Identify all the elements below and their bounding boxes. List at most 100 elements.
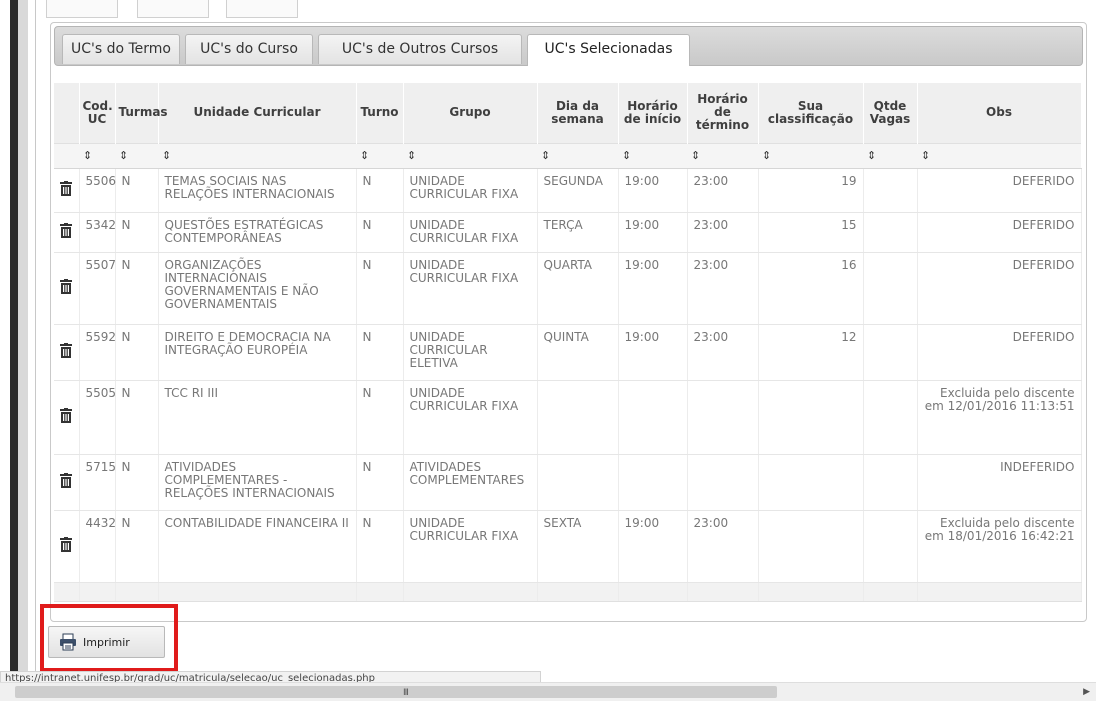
cell-qtde-vagas <box>863 454 918 511</box>
cell-horario-termino: 23:00 <box>687 510 759 583</box>
sort-cell-empty <box>54 142 79 169</box>
delete-cell <box>54 510 80 583</box>
trash-icon[interactable] <box>60 537 73 555</box>
cell-horario-inicio: 19:00 <box>618 252 688 325</box>
cell-classificacao <box>758 380 864 455</box>
cell-horario-termino: 23:00 <box>687 168 759 213</box>
sort-icon[interactable]: ⇕ <box>618 142 687 169</box>
cell-obs: DEFERIDO <box>917 168 1082 213</box>
header-unidade-curricular[interactable]: Unidade Curricular <box>158 83 357 143</box>
cell-obs: Excluida pelo discente em 12/01/2016 11:… <box>917 380 1082 455</box>
horizontal-scrollbar[interactable]: III ▶ <box>0 682 1096 701</box>
table-row: 5507 N ORGANIZAÇÕES INTERNACIONAIS GOVERNA… <box>54 252 1082 325</box>
header-grupo[interactable]: Grupo <box>403 83 538 143</box>
cell-dia-semana: QUINTA <box>537 324 619 381</box>
cell-classificacao: 12 <box>758 324 864 381</box>
uc-table-container: Cod. UC Turmas Unidade Curricular Turno … <box>54 83 1082 602</box>
scrollbar-thumb[interactable]: III <box>15 686 777 698</box>
window-frame-border <box>18 0 28 700</box>
trash-icon[interactable] <box>60 181 73 199</box>
cell-classificacao <box>758 510 864 583</box>
cell-turmas: N <box>115 168 159 213</box>
sort-icon[interactable]: ⇕ <box>917 142 1081 169</box>
sort-icon[interactable]: ⇕ <box>356 142 403 169</box>
cell-horario-termino: 23:00 <box>687 212 759 253</box>
header-cod-uc[interactable]: Cod. UC <box>79 83 116 143</box>
tab-ucs-selecionadas[interactable]: UC's Selecionadas <box>527 34 690 66</box>
scroll-right-arrow-icon[interactable]: ▶ <box>1083 687 1090 697</box>
sort-icon[interactable]: ⇕ <box>758 142 863 169</box>
trash-icon[interactable] <box>60 343 73 361</box>
cell-unidade-curricular: ORGANIZAÇÕES INTERNACIONAIS GOVERNAMENTA… <box>158 252 357 325</box>
header-classificacao[interactable]: Sua classificação <box>758 83 864 143</box>
header-turno[interactable]: Turno <box>356 83 404 143</box>
cell-grupo: UNIDADE CURRICULAR ELETIVA <box>403 324 538 381</box>
tab-ucs-do-curso[interactable]: UC's do Curso <box>185 34 313 64</box>
trash-icon[interactable] <box>60 473 73 491</box>
upper-tab-stub <box>137 0 209 18</box>
cell-qtde-vagas <box>863 252 918 325</box>
table-row: 5592 N DIREITO E DEMOCRACIA NA INTEGRAÇÃO … <box>54 324 1082 381</box>
cell-turno: N <box>356 324 404 381</box>
cell-grupo: UNIDADE CURRICULAR FIXA <box>403 510 538 583</box>
sort-icon[interactable]: ⇕ <box>158 142 356 169</box>
cell-grupo: UNIDADE CURRICULAR FIXA <box>403 168 538 213</box>
cell-turmas: N <box>115 454 159 511</box>
cell-classificacao: 16 <box>758 252 864 325</box>
cell-turno: N <box>356 510 404 583</box>
table-row: 4432 N CONTABILIDADE FINANCEIRA II N UNIDADE… <box>54 510 1082 583</box>
header-dia-semana[interactable]: Dia da semana <box>537 83 619 143</box>
frame-divider <box>35 0 36 680</box>
uc-table: Cod. UC Turmas Unidade Curricular Turno … <box>54 83 1082 602</box>
cell-obs: DEFERIDO <box>917 324 1082 381</box>
cell-cod-uc: 5715 <box>79 454 116 511</box>
scrollbar-grip: III <box>403 688 409 698</box>
cell-turno: N <box>356 252 404 325</box>
header-turmas[interactable]: Turmas <box>115 83 168 143</box>
tab-ucs-de-outros-cursos[interactable]: UC's de Outros Cursos <box>318 34 522 64</box>
cell-horario-inicio <box>618 454 688 511</box>
header-obs[interactable]: Obs <box>917 83 1082 143</box>
cell-turno: N <box>356 380 404 455</box>
uc-table-body: 5506 N TEMAS SOCIAIS NAS RELAÇÕES INTERNAC… <box>54 168 1082 583</box>
sort-icon[interactable]: ⇕ <box>79 142 115 169</box>
trash-icon[interactable] <box>60 279 73 297</box>
cell-turno: N <box>356 454 404 511</box>
cell-horario-inicio: 19:00 <box>618 324 688 381</box>
header-horario-termino[interactable]: Horário de término <box>687 83 759 143</box>
cell-qtde-vagas <box>863 380 918 455</box>
cell-turmas: N <box>115 252 159 325</box>
cell-turno: N <box>356 168 404 213</box>
trash-icon[interactable] <box>60 223 73 241</box>
tab-bar: UC's do Termo UC's do Curso UC's de Outr… <box>54 26 1083 66</box>
cell-qtde-vagas <box>863 510 918 583</box>
cell-dia-semana: SEGUNDA <box>537 168 619 213</box>
cell-obs: DEFERIDO <box>917 252 1082 325</box>
cell-cod-uc: 5592 <box>79 324 116 381</box>
trash-icon[interactable] <box>60 408 73 426</box>
cell-classificacao: 19 <box>758 168 864 213</box>
cell-qtde-vagas <box>863 168 918 213</box>
cell-cod-uc: 5505 <box>79 380 116 455</box>
cell-obs: DEFERIDO <box>917 212 1082 253</box>
cell-horario-inicio: 19:00 <box>618 510 688 583</box>
sort-icon[interactable]: ⇕ <box>115 142 158 169</box>
cell-unidade-curricular: ATIVIDADES COMPLEMENTARES - RELAÇÕES INT… <box>158 454 357 511</box>
header-horario-inicio[interactable]: Horário de início <box>618 83 688 143</box>
sort-icon[interactable]: ⇕ <box>403 142 537 169</box>
cell-horario-termino <box>687 380 759 455</box>
cell-horario-inicio: 19:00 <box>618 212 688 253</box>
sort-icon[interactable]: ⇕ <box>863 142 917 169</box>
sort-icon[interactable]: ⇕ <box>537 142 618 169</box>
cell-turmas: N <box>115 510 159 583</box>
tab-ucs-do-termo[interactable]: UC's do Termo <box>62 34 180 64</box>
sort-icon[interactable]: ⇕ <box>687 142 758 169</box>
cell-unidade-curricular: DIREITO E DEMOCRACIA NA INTEGRAÇÃO EUROP… <box>158 324 357 381</box>
delete-cell <box>54 252 80 325</box>
cell-dia-semana: SEXTA <box>537 510 619 583</box>
header-qtde-vagas[interactable]: Qtde Vagas <box>863 83 918 143</box>
cell-horario-termino <box>687 454 759 511</box>
cell-horario-inicio <box>618 380 688 455</box>
cell-grupo: UNIDADE CURRICULAR FIXA <box>403 252 538 325</box>
upper-tab-stub <box>46 0 118 18</box>
